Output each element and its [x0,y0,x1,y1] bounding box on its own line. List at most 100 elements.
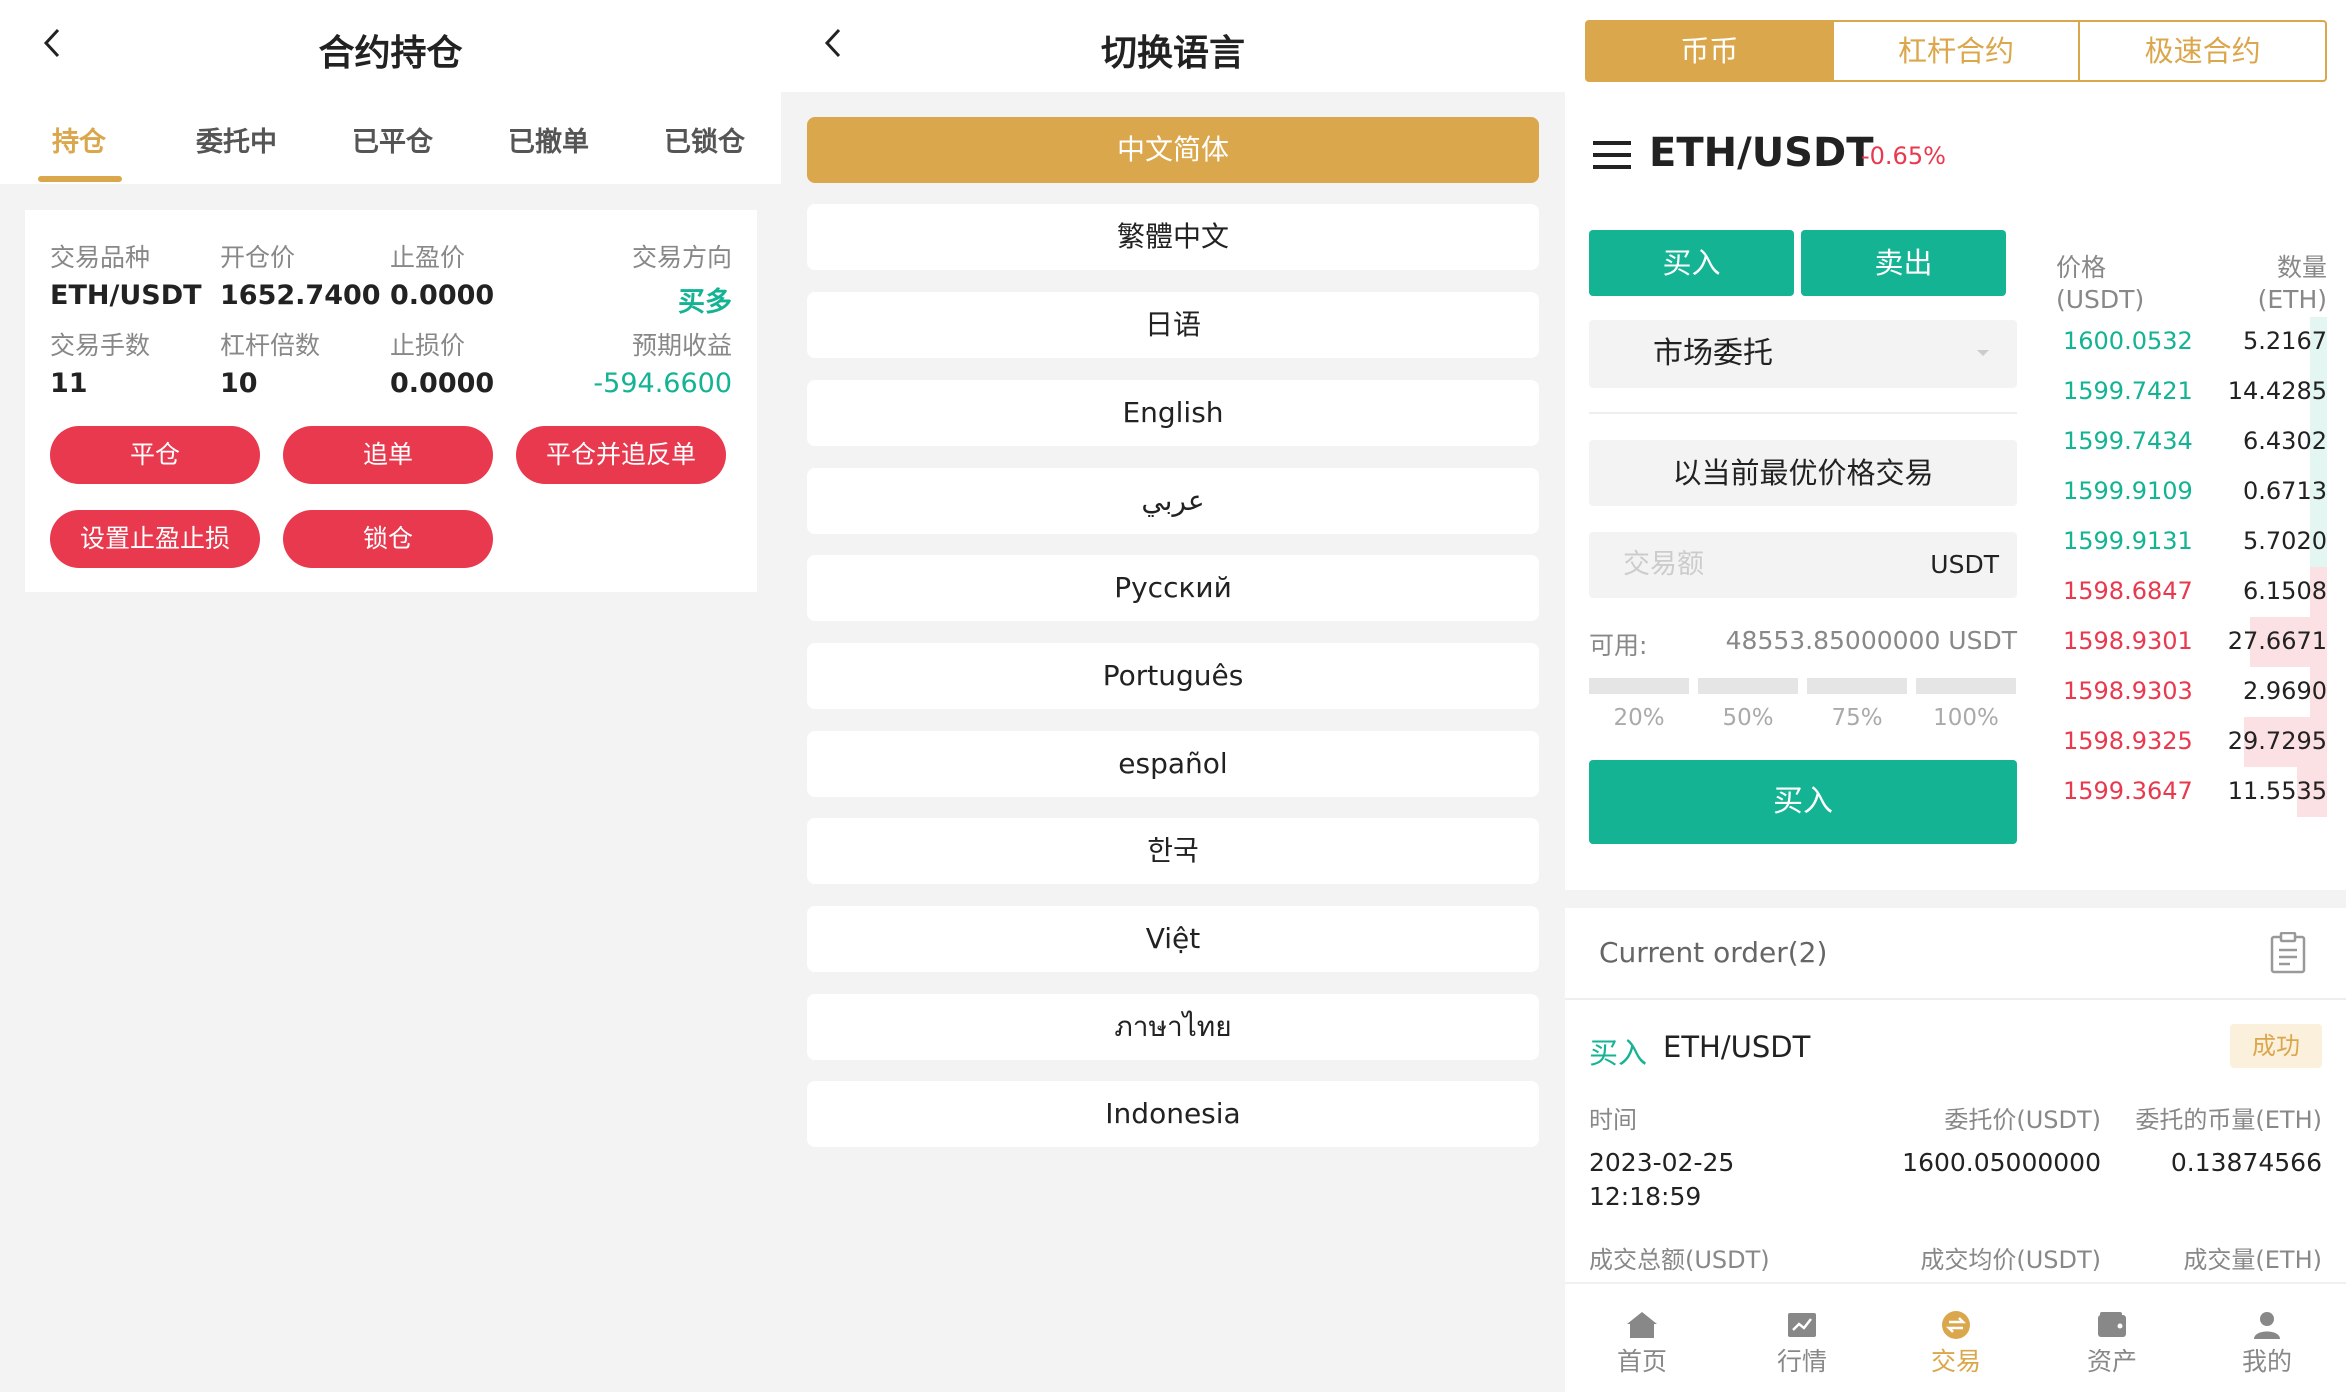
language-option-ja[interactable]: 日语 [807,292,1539,358]
segment-fast-contract[interactable]: 极速合约 [2078,22,2325,80]
amount-input[interactable]: 交易额 USDT [1589,532,2017,598]
lock-position-button[interactable]: 锁仓 [283,510,493,568]
tab-holding[interactable]: 持仓 [52,120,106,159]
nav-assets-label: 资产 [2086,1347,2137,1376]
language-option-en[interactable]: English [807,380,1539,446]
segment-margin[interactable]: 杠杆合约 [1831,22,2079,80]
order-type-select[interactable]: 市场委托 [1589,320,2017,388]
segment-spot[interactable]: 币币 [1587,22,1832,80]
tab-cancelled[interactable]: 已撤单 [508,120,589,159]
language-option-vi[interactable]: Việt [807,906,1539,972]
lots-value: 11 [50,368,88,399]
orderbook-row[interactable]: 1599.7421 14.4285 [2051,367,2327,417]
order-pair: ETH/USDT [1663,1030,1811,1064]
language-option-ru[interactable]: Русский [807,555,1539,621]
language-option-ko[interactable]: 한국 [807,818,1539,884]
stop-loss-field: 止损价 0.0000 [390,326,494,399]
available-label: 可用: [1589,631,1648,660]
order-total-label: 成交总额(USDT) [1589,1246,1770,1274]
percent-bar-100[interactable] [1916,678,2016,694]
nav-home[interactable]: 首页 [1587,1310,1697,1378]
orderbook-qty: 6.1508 [2243,577,2327,605]
leverage-label: 杠杆倍数 [220,331,321,360]
percent-label-75[interactable]: 75% [1807,705,1907,731]
nav-market[interactable]: 行情 [1747,1310,1857,1378]
order-amount: 0.13874566 [2170,1148,2322,1177]
available-value: 48553.85000000 USDT [1725,626,2017,655]
nav-assets[interactable]: 资产 [2057,1310,2167,1378]
orderbook-price: 1599.9131 [2063,527,2193,555]
leverage-field: 杠杆倍数 10 [220,326,320,399]
sell-tab[interactable]: 卖出 [1801,230,2006,296]
chevron-down-icon [1977,350,1989,356]
language-option-id[interactable]: Indonesia [807,1081,1539,1147]
orderbook-row[interactable]: 1599.9109 0.6713 [2051,467,2327,517]
percent-bar-20[interactable] [1589,678,1689,694]
orderbook-qty: 27.6671 [2227,627,2327,655]
tab-locked[interactable]: 已锁仓 [664,120,745,159]
open-price-field: 开仓价 1652.7400 [220,238,381,311]
order-price-label: 委托价(USDT) [1944,1106,2101,1134]
tab-pending[interactable]: 委托中 [196,120,277,159]
orderbook-price: 1599.7434 [2063,427,2193,455]
market-type-segment: 币币 杠杆合约 极速合约 [1585,20,2327,82]
orderbook-qty: 5.7020 [2243,527,2327,555]
wallet-icon [2098,1312,2126,1337]
orderbook-row[interactable]: 1599.3647 11.5535 [2051,767,2327,817]
set-tp-sl-button[interactable]: 设置止盈止损 [50,510,260,568]
orderbook-row[interactable]: 1599.7434 6.4302 [2051,417,2327,467]
orderbook-price: 1598.9301 [2063,627,2193,655]
language-option-zh-cn[interactable]: 中文简体 [807,117,1539,183]
percent-label-100[interactable]: 100% [1916,705,2016,731]
language-option-pt[interactable]: Português [807,643,1539,709]
buy-submit-button[interactable]: 买入 [1589,760,2017,844]
tab-closed[interactable]: 已平仓 [352,120,433,159]
lots-label: 交易手数 [50,331,151,360]
expected-profit-value: -594.6600 [593,368,732,399]
close-and-reverse-button[interactable]: 平仓并追反单 [516,426,726,484]
percent-label-50[interactable]: 50% [1698,705,1798,731]
stop-loss-label: 止损价 [390,331,466,360]
orderbook-price: 1599.7421 [2063,377,2193,405]
orderbook-price: 1598.6847 [2063,577,2193,605]
close-position-button[interactable]: 平仓 [50,426,260,484]
orders-title: Current order(2) [1599,936,1828,969]
order-amount-label: 委托的币量(ETH) [2135,1106,2322,1134]
clipboard-icon[interactable] [2270,932,2306,974]
amount-unit: USDT [1930,550,1999,579]
expected-profit-label: 预期收益 [631,331,732,360]
orderbook-row[interactable]: 1598.9301 27.6671 [2051,617,2327,667]
orderbook-price: 1598.9303 [2063,677,2193,705]
nav-profile-label: 我的 [2241,1347,2292,1376]
positions-header: 合约持仓 [0,0,781,92]
trade-panel: 币币 杠杆合约 极速合约 ETH/USDT -0.65% 买入 卖出 市场委托 … [1565,0,2346,1392]
pair-title[interactable]: ETH/USDT [1649,130,1873,176]
percent-label-20[interactable]: 20% [1589,705,1689,731]
take-profit-field: 止盈价 0.0000 [390,238,494,311]
direction-label: 交易方向 [631,243,732,272]
orderbook-qty: 11.5535 [2227,777,2327,805]
nav-trade-label: 交易 [1930,1347,1981,1376]
orderbook-row[interactable]: 1600.0532 5.2167 [2051,317,2327,367]
page-title: 切换语言 [1100,33,1245,74]
nav-trade[interactable]: 交易 [1901,1310,2011,1378]
order-time-label: 时间 [1589,1106,1637,1134]
position-card: 交易品种 ETH/USDT 开仓价 1652.7400 止盈价 0.0000 交… [25,210,757,592]
orderbook-row[interactable]: 1598.6847 6.1508 [2051,567,2327,617]
language-option-zh-tw[interactable]: 繁體中文 [807,204,1539,270]
buy-tab[interactable]: 买入 [1589,230,1794,296]
amount-placeholder: 交易额 [1623,549,1704,580]
add-order-button[interactable]: 追单 [283,426,493,484]
menu-icon[interactable] [1593,140,1631,170]
language-option-es[interactable]: español [807,731,1539,797]
language-option-ar[interactable]: عربي [807,468,1539,534]
orderbook-row[interactable]: 1598.9325 29.7295 [2051,717,2327,767]
percent-bar-50[interactable] [1698,678,1798,694]
nav-profile[interactable]: 我的 [2212,1310,2322,1378]
orderbook-row[interactable]: 1599.9131 5.7020 [2051,517,2327,567]
orderbook-price: 1600.0532 [2063,327,2193,355]
percent-bar-75[interactable] [1807,678,1907,694]
orderbook-row[interactable]: 1598.9303 2.9690 [2051,667,2327,717]
language-option-th[interactable]: ภาษาไทย [807,994,1539,1060]
orderbook-qty: 0.6713 [2243,477,2327,505]
